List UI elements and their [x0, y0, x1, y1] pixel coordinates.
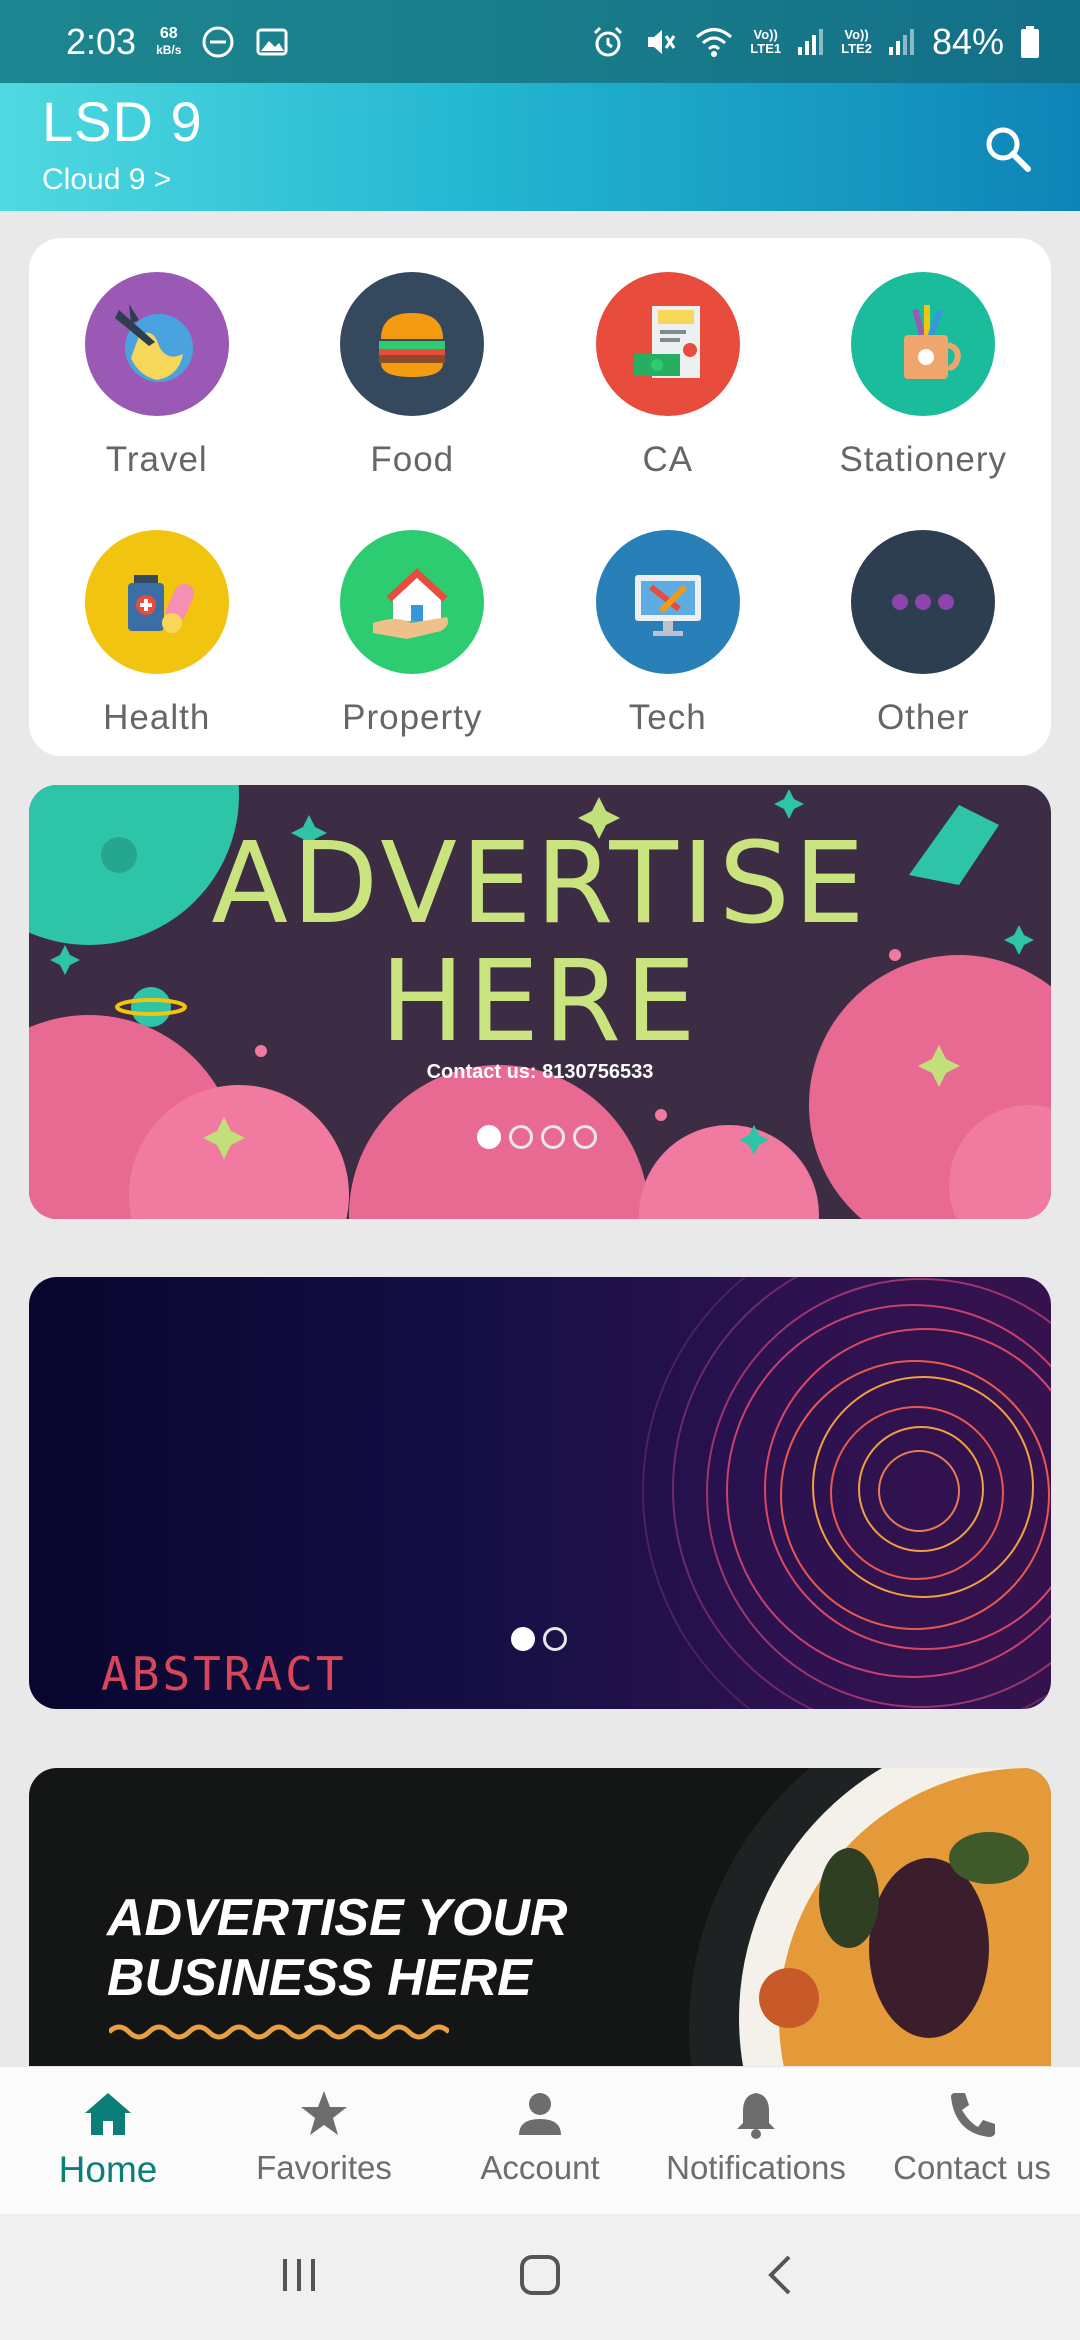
tech-icon: [595, 530, 740, 674]
carousel-indicator: [477, 1125, 597, 1149]
nav-notifications[interactable]: Notifications: [648, 2067, 864, 2214]
alarm-icon: [590, 24, 626, 60]
nav-label: Favorites: [256, 2149, 392, 2186]
banner-headline-2: HERE: [380, 937, 700, 1067]
gallery-icon: [255, 25, 289, 59]
recent-apps-icon: [283, 2258, 316, 2291]
back-button[interactable]: [759, 2251, 803, 2304]
category-travel[interactable]: Travel: [29, 272, 285, 530]
nav-account[interactable]: Account: [432, 2067, 648, 2214]
nav-label: Account: [480, 2149, 600, 2186]
carousel-dot[interactable]: [477, 1125, 501, 1149]
category-health[interactable]: Health: [29, 530, 285, 788]
app-bar: LSD 9 Cloud 9 >: [0, 83, 1080, 211]
category-label: Stationery: [839, 440, 1008, 479]
home-square-icon: [519, 2254, 560, 2295]
home-icon: [85, 2093, 131, 2135]
home-system-button[interactable]: [516, 2251, 564, 2304]
wifi-icon: [694, 24, 734, 60]
banner-caption: ABSTRACT: [101, 1647, 347, 1701]
carousel-dot[interactable]: [543, 1627, 567, 1651]
system-navigation-bar: [0, 2214, 1080, 2340]
advertise-banner[interactable]: ADVERTISE HERE Contact us: 8130756533: [29, 785, 1051, 1219]
bell-icon: [737, 2093, 775, 2139]
recent-apps-button[interactable]: [277, 2253, 321, 2302]
category-other[interactable]: Other: [796, 530, 1052, 788]
abstract-banner[interactable]: ABSTRACT: [29, 1277, 1051, 1709]
battery-icon: [1020, 25, 1040, 59]
travel-icon: [84, 272, 229, 416]
signal-icon: [797, 27, 825, 57]
category-label: Health: [103, 698, 211, 737]
status-time: 2:03: [66, 20, 137, 62]
category-label: Other: [876, 698, 970, 737]
carousel-indicator: [511, 1627, 567, 1651]
category-card: Travel Food CA Stationery Health Propert…: [29, 238, 1051, 756]
category-property[interactable]: Property: [285, 530, 541, 788]
bottom-navigation: Home Favorites Account Notifications Con…: [0, 2066, 1080, 2214]
category-stationery[interactable]: Stationery: [796, 272, 1052, 530]
category-ca[interactable]: CA: [540, 272, 796, 530]
account-icon: [519, 2093, 561, 2135]
business-ad-banner[interactable]: ADVERTISE YOUR BUSINESS HERE: [29, 1768, 1051, 2068]
signal-icon: [888, 27, 916, 57]
app-title: LSD 9: [42, 90, 203, 153]
network-speed-value: 68: [159, 24, 178, 42]
star-icon: [301, 2091, 347, 2135]
banner-headline-1: ADVERTISE: [211, 819, 869, 949]
location-selector[interactable]: Cloud 9 >: [42, 163, 171, 197]
category-tech[interactable]: Tech: [540, 530, 796, 788]
category-label: Food: [370, 440, 455, 479]
mute-icon: [642, 24, 678, 60]
network-speed: 68 kB/s: [156, 24, 182, 58]
banner-headline-1: ADVERTISE YOUR: [107, 1889, 568, 1947]
nav-contact-us[interactable]: Contact us: [864, 2067, 1080, 2214]
nav-favorites[interactable]: Favorites: [216, 2067, 432, 2214]
nav-label: Contact us: [893, 2149, 1051, 2186]
carousel-dot[interactable]: [509, 1125, 533, 1149]
carousel-dot[interactable]: [541, 1125, 565, 1149]
category-label: Property: [342, 698, 483, 737]
sim2-indicator: Vo)) LTE2: [841, 26, 872, 56]
search-button[interactable]: [972, 113, 1044, 185]
health-icon: [84, 530, 229, 674]
stationery-icon: [851, 272, 996, 416]
do-not-disturb-icon: [201, 25, 235, 59]
carousel-dot[interactable]: [573, 1125, 597, 1149]
wave-underline: [109, 2024, 449, 2040]
category-label: Travel: [105, 440, 208, 479]
phone-icon: [951, 2093, 995, 2137]
battery-percent: 84%: [931, 20, 1004, 62]
property-icon: [340, 530, 485, 674]
category-food[interactable]: Food: [285, 272, 541, 530]
carousel-dot[interactable]: [511, 1627, 535, 1651]
search-icon: [986, 127, 1031, 172]
nav-home[interactable]: Home: [0, 2067, 216, 2214]
nav-label: Home: [58, 2149, 158, 2190]
ca-icon: [595, 272, 740, 416]
banner-contact: Contact us: 8130756533: [426, 1061, 654, 1083]
category-label: Tech: [628, 698, 707, 737]
network-speed-unit: kB/s: [156, 42, 182, 57]
more-icon: [851, 530, 996, 674]
category-label: CA: [642, 440, 694, 479]
back-icon: [767, 2255, 791, 2294]
food-icon: [340, 272, 485, 416]
banner-headline-2: BUSINESS HERE: [107, 1949, 532, 2007]
nav-label: Notifications: [666, 2149, 846, 2186]
status-bar: 2:03 68 kB/s Vo)) LTE1 Vo)) LTE2 84%: [0, 0, 1080, 83]
sim1-indicator: Vo)) LTE1: [750, 26, 782, 56]
